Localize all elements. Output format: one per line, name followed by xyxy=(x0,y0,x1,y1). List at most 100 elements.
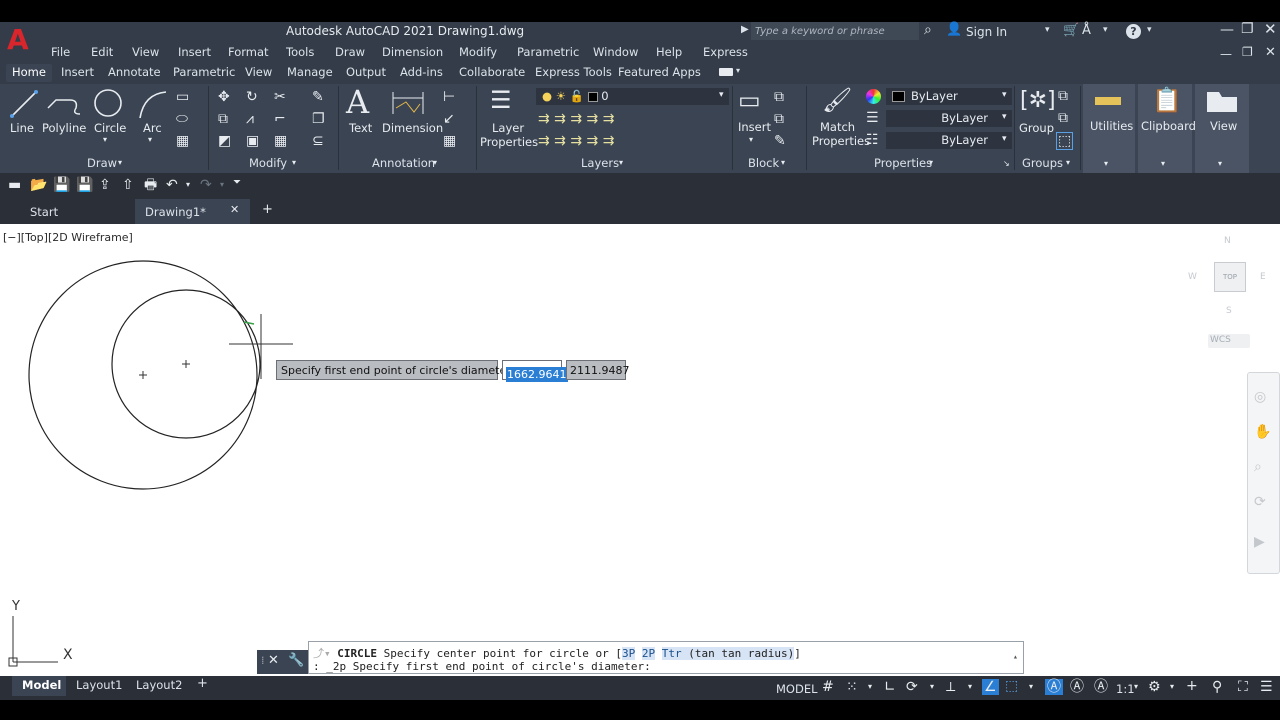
command-close-icon[interactable]: ✕ xyxy=(268,654,279,667)
tab-featured-apps[interactable]: Featured Apps xyxy=(618,66,701,79)
viewcube-west[interactable]: W xyxy=(1188,272,1197,282)
match-properties-line2[interactable]: Properties xyxy=(812,135,870,148)
menu-format[interactable]: Format xyxy=(228,46,269,59)
minimize-icon[interactable]: — xyxy=(1220,23,1234,37)
annotation-panel-label[interactable]: Annotation xyxy=(372,157,435,170)
menu-draw[interactable]: Draw xyxy=(335,46,365,59)
utilities-expand-icon[interactable]: ▾ xyxy=(1104,160,1108,168)
annotation-panel-expand-icon[interactable]: ▾ xyxy=(433,159,437,167)
fillet-icon[interactable]: ⌐ xyxy=(274,112,286,126)
zoom-icon[interactable]: ⌕ xyxy=(1254,460,1262,474)
utilities-button[interactable]: Utilities xyxy=(1090,120,1133,133)
layer-properties-button-line1[interactable]: Layer xyxy=(492,122,524,135)
trim-icon[interactable]: ✂ xyxy=(274,90,286,104)
ortho-icon[interactable]: ∟ xyxy=(884,680,896,694)
annotation-visibility-icon[interactable]: Ⓐ xyxy=(1045,679,1063,695)
color-dropdown[interactable]: ByLayer xyxy=(886,88,1012,105)
isodraft-dropdown-icon[interactable]: ▾ xyxy=(968,683,972,691)
group-edit-icon[interactable]: ⧉ xyxy=(1058,111,1068,125)
snap-dropdown-icon[interactable]: ▾ xyxy=(868,683,872,691)
array-icon[interactable]: ▦ xyxy=(274,134,287,148)
viewcube-north[interactable]: N xyxy=(1224,236,1231,246)
auto-scale-icon[interactable]: Ⓐ xyxy=(1070,680,1084,694)
dynamic-input-x[interactable]: 1662.9641 xyxy=(502,360,568,382)
offset-icon[interactable]: ⊆ xyxy=(312,134,324,148)
workspace-dropdown-icon[interactable]: ▾ xyxy=(1170,683,1174,691)
arc-dropdown-icon[interactable]: ▾ xyxy=(148,136,152,144)
object-snap-dropdown-icon[interactable]: ▾ xyxy=(1029,683,1033,691)
dynamic-input-y[interactable]: 2111.9487 xyxy=(566,360,630,380)
close-tab-icon[interactable]: ✕ xyxy=(230,204,239,215)
menu-tools[interactable]: Tools xyxy=(286,46,314,59)
menu-modify[interactable]: Modify xyxy=(459,46,497,59)
block-panel-expand-icon[interactable]: ▾ xyxy=(781,159,785,167)
draw-panel-label[interactable]: Draw xyxy=(87,157,117,170)
layers-panel-label[interactable]: Layers xyxy=(581,157,619,170)
menu-help[interactable]: Help xyxy=(656,46,682,59)
layer-dropdown[interactable]: ● ☀ 🔓 0 xyxy=(536,88,729,105)
mirror-icon[interactable]: ⩘ xyxy=(246,112,254,126)
leader-icon[interactable]: ↙ xyxy=(443,112,455,126)
layout-tab-layout1[interactable]: Layout1 xyxy=(76,678,122,692)
menu-edit[interactable]: Edit xyxy=(91,46,113,59)
model-space-button[interactable]: MODEL xyxy=(776,682,818,696)
tab-view[interactable]: View xyxy=(245,66,272,79)
tab-annotate[interactable]: Annotate xyxy=(108,66,161,79)
undo-icon[interactable]: ↶ xyxy=(166,178,178,192)
insert-button[interactable]: Insert xyxy=(738,121,771,134)
command-recent-icon[interactable]: ⤴▾ xyxy=(313,647,337,660)
new-layout-icon[interactable]: + xyxy=(197,676,208,691)
layer-properties-button-line2[interactable]: Properties xyxy=(480,136,538,149)
doc-minimize-icon[interactable]: — xyxy=(1220,48,1232,60)
insert-dropdown-icon[interactable]: ▾ xyxy=(749,136,753,144)
group-selection-icon[interactable]: ⬚ xyxy=(1056,132,1074,150)
text-button[interactable]: Text xyxy=(349,122,372,135)
linetype-dropdown-arrow-icon[interactable]: ▾ xyxy=(1002,135,1007,144)
tab-output[interactable]: Output xyxy=(346,66,386,79)
block-attributes-icon[interactable]: ✎ xyxy=(774,134,786,148)
rectangle-icon[interactable]: ▭ xyxy=(176,90,189,104)
modify-panel-label[interactable]: Modify xyxy=(249,157,287,170)
circle-dropdown-icon[interactable]: ▾ xyxy=(103,136,107,144)
dimension-button[interactable]: Dimension xyxy=(382,122,443,135)
groups-panel-label[interactable]: Groups xyxy=(1022,157,1063,170)
viewcube-south[interactable]: S xyxy=(1226,306,1232,316)
doc-close-icon[interactable]: ✕ xyxy=(1265,46,1276,59)
ungroup-icon[interactable]: ⧉ xyxy=(1058,89,1068,103)
lineweight-dropdown-arrow-icon[interactable]: ▾ xyxy=(1002,113,1007,122)
sign-in-button[interactable]: Sign In xyxy=(966,26,1007,38)
hatch-icon[interactable]: ⬭ xyxy=(176,112,188,126)
table-icon[interactable]: ▦ xyxy=(176,134,189,148)
menu-insert[interactable]: Insert xyxy=(178,46,211,59)
plus-icon[interactable]: + xyxy=(1186,679,1198,693)
scale-icon[interactable]: ▣ xyxy=(246,134,259,148)
cart-icon[interactable]: 🛒 xyxy=(1063,24,1079,37)
redo-dropdown-icon[interactable]: ▾ xyxy=(220,181,224,189)
group-button[interactable]: Group xyxy=(1019,122,1054,135)
tab-collaborate[interactable]: Collaborate xyxy=(459,66,525,79)
customize-qat-icon[interactable]: ⏷ xyxy=(233,178,241,188)
object-snap-tracking-icon[interactable]: ∠ xyxy=(982,679,999,695)
file-tab-start[interactable]: Start xyxy=(0,199,135,224)
view-button[interactable]: View xyxy=(1210,120,1237,133)
open-icon[interactable]: 📂 xyxy=(30,178,47,192)
annotation-scale-button[interactable]: 1:1 xyxy=(1116,682,1135,696)
pan-icon[interactable]: ✋ xyxy=(1254,425,1271,439)
undo-dropdown-icon[interactable]: ▾ xyxy=(186,181,190,189)
customize-statusbar-icon[interactable]: ☰ xyxy=(1260,680,1273,694)
create-block-icon[interactable]: ⧉ xyxy=(774,90,784,104)
menu-parametric[interactable]: Parametric xyxy=(517,46,579,59)
groups-panel-expand-icon[interactable]: ▾ xyxy=(1066,159,1070,167)
option-3p[interactable]: 3P xyxy=(622,647,636,660)
polyline-button[interactable]: Polyline xyxy=(42,122,86,135)
layer-tools-row2-icons[interactable]: ⇉ ⇉ ⇉ ⇉ ⇉ xyxy=(538,134,614,148)
viewcube-top-face[interactable]: TOP xyxy=(1214,262,1246,292)
object-snap-icon[interactable]: ⬚ xyxy=(1005,679,1018,693)
clipboard-button[interactable]: Clipboard xyxy=(1141,120,1196,133)
block-panel-label[interactable]: Block xyxy=(748,157,779,170)
plot-icon[interactable]: 🖶 xyxy=(144,178,157,192)
ribbon-toggle-dropdown-icon[interactable]: ▾ xyxy=(736,67,740,75)
rotate-icon[interactable]: ↻ xyxy=(246,90,258,104)
tab-parametric[interactable]: Parametric xyxy=(173,66,235,79)
new-tab-icon[interactable]: + xyxy=(262,203,273,216)
